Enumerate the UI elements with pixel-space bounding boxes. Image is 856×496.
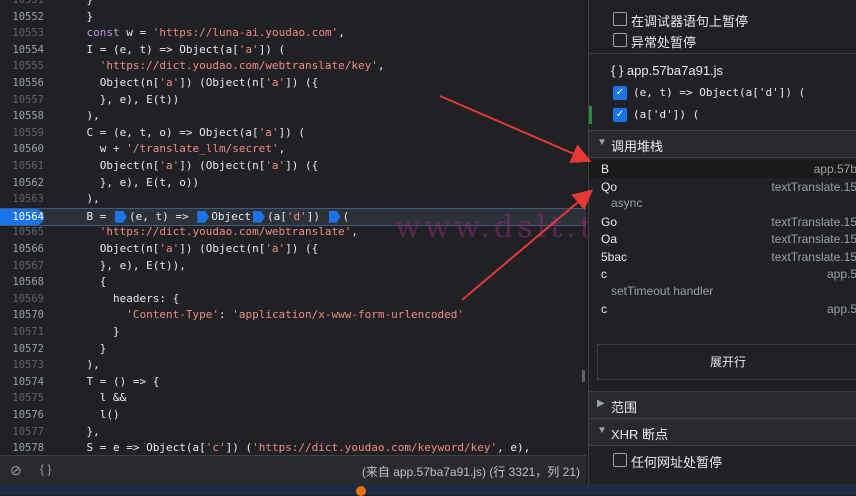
arrow-to-frame-b [439,95,592,163]
arrow-to-frame-qo [461,189,594,301]
annotation-arrows [439,95,594,301]
